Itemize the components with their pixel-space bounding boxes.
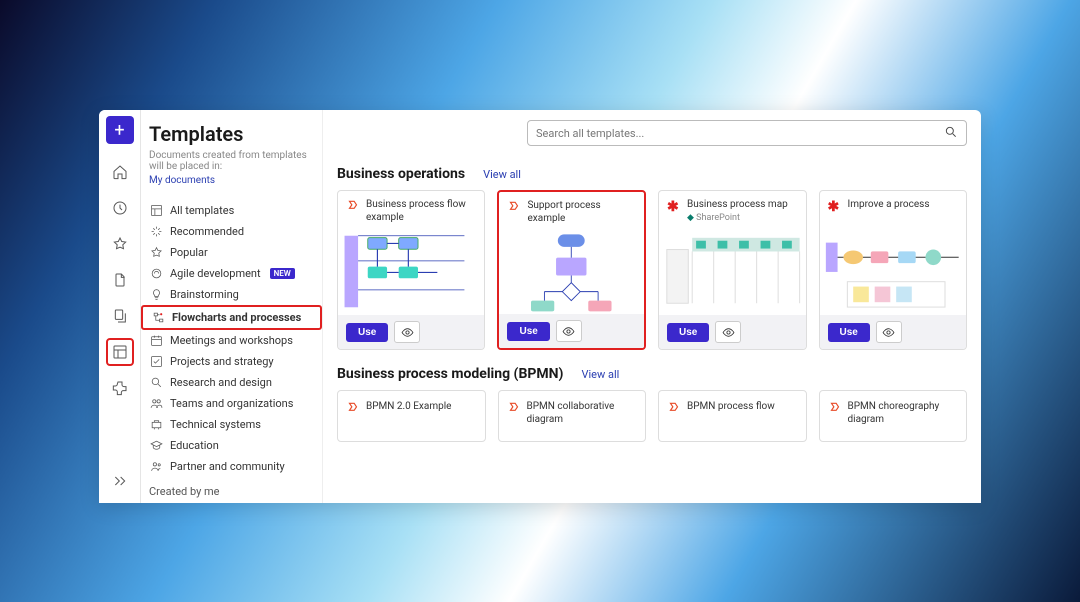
partner-icon [149,460,163,474]
flowchart-icon [151,311,165,325]
template-card[interactable]: BPMN choreography diagram [819,390,968,442]
lucid-icon [507,401,521,415]
recent-icon[interactable] [106,194,134,222]
preview-button[interactable] [556,320,582,342]
search-icon [944,125,958,142]
search-icon [149,376,163,390]
section-title: Business process modeling (BPMN) [337,366,563,382]
integrations-icon[interactable] [106,374,134,402]
star-icon [149,246,163,260]
category-meetings[interactable]: Meetings and workshops [141,330,322,351]
card-row: Business process flow example Use Suppor… [337,190,967,350]
agile-icon [149,267,163,281]
view-all-link[interactable]: View all [581,368,619,381]
category-list: All templates Recommended Popular Agile … [141,200,322,477]
category-partner[interactable]: Partner and community [141,456,322,477]
favorites-icon[interactable] [106,230,134,258]
use-button[interactable]: Use [507,322,549,341]
template-title: BPMN 2.0 Example [366,401,451,415]
documents-icon[interactable] [106,266,134,294]
category-brainstorming[interactable]: Brainstorming [141,284,322,305]
calendar-icon [149,334,163,348]
bulb-icon [149,288,163,302]
lucid-icon [828,401,842,415]
category-agile[interactable]: Agile developmentNEW [141,263,322,284]
use-button[interactable]: Use [346,323,388,342]
template-card[interactable]: ✱ Improve a process Use [819,190,967,350]
template-preview [820,223,966,315]
education-icon [149,439,163,453]
lucid-icon [667,401,681,415]
category-flowcharts[interactable]: Flowcharts and processes [141,305,322,330]
sharepoint-icon: ◆ [687,213,694,223]
new-badge: NEW [270,268,295,279]
template-title: Business process map [687,199,788,210]
shared-icon[interactable] [106,302,134,330]
template-preview [338,228,484,315]
template-title: Improve a process [848,199,930,219]
nav-rail: + [99,110,141,503]
category-teams[interactable]: Teams and organizations [141,393,322,414]
section-title: Business operations [337,166,465,182]
asterisk-icon: ✱ [828,199,842,213]
category-recommended[interactable]: Recommended [141,221,322,242]
templates-icon[interactable] [106,338,134,366]
my-documents-link[interactable]: My documents [149,175,215,186]
category-education[interactable]: Education [141,435,322,456]
sparkle-icon [149,225,163,239]
template-title: BPMN process flow [687,401,775,415]
category-sidebar: Templates Documents created from templat… [141,110,323,503]
page-title: Templates [149,122,322,146]
template-preview [499,229,644,314]
tech-icon [149,418,163,432]
category-all-templates[interactable]: All templates [141,200,322,221]
template-preview [659,228,805,315]
category-research[interactable]: Research and design [141,372,322,393]
template-icon [149,204,163,218]
use-button[interactable]: Use [828,323,870,342]
team-icon [149,397,163,411]
template-title: BPMN collaborative diagram [527,401,638,426]
checklist-icon [149,355,163,369]
template-card[interactable]: BPMN collaborative diagram [498,390,647,442]
section-business-operations: Business operations View all [337,166,967,182]
new-document-button[interactable]: + [106,116,134,144]
collapse-rail-icon[interactable] [106,467,134,495]
lucid-icon [346,401,360,415]
section-bpmn: Business process modeling (BPMN) View al… [337,366,967,382]
main-panel: Search all templates... Business operati… [323,110,981,503]
use-button[interactable]: Use [667,323,709,342]
page-subtitle: Documents created from templates will be… [149,150,322,186]
category-popular[interactable]: Popular [141,242,322,263]
template-card[interactable]: BPMN 2.0 Example [337,390,486,442]
template-card[interactable]: ✱ Business process map◆ SharePoint Use [658,190,806,350]
created-by-me-link[interactable]: Created by me [141,481,322,502]
template-title: Business process flow example [366,199,476,224]
preview-button[interactable] [394,321,420,343]
template-card[interactable]: BPMN process flow [658,390,807,442]
card-row: BPMN 2.0 Example BPMN collaborative diag… [337,390,967,442]
template-title: Support process example [527,200,636,225]
asterisk-icon: ✱ [667,199,681,213]
search-input[interactable]: Search all templates... [527,120,967,146]
category-technical[interactable]: Technical systems [141,414,322,435]
template-title: BPMN choreography diagram [848,401,959,426]
view-all-link[interactable]: View all [483,168,521,181]
template-card[interactable]: Support process example Use [497,190,646,350]
home-icon[interactable] [106,158,134,186]
preview-button[interactable] [715,321,741,343]
category-projects[interactable]: Projects and strategy [141,351,322,372]
preview-button[interactable] [876,321,902,343]
template-card[interactable]: Business process flow example Use [337,190,485,350]
lucid-icon [346,199,360,213]
lucid-icon [507,200,521,214]
app-window: + Templates Documents created from [99,110,981,503]
